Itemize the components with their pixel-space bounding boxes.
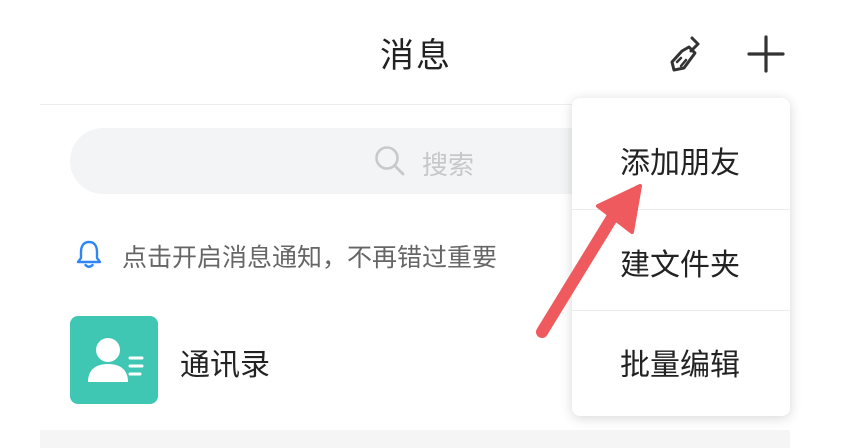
menu-item-new-folder[interactable]: 建文件夹 — [572, 210, 790, 314]
search-placeholder: 搜索 — [422, 151, 475, 181]
search-input[interactable] — [70, 128, 630, 194]
header: 消息 — [0, 0, 850, 105]
list-divider — [40, 430, 790, 448]
bell-icon — [76, 240, 102, 268]
contact-person-icon — [88, 338, 144, 382]
notification-banner-text[interactable]: 点击开启消息通知，不再错过重要 — [122, 238, 577, 274]
broom-icon[interactable] — [664, 32, 708, 76]
menu-item-add-friend[interactable]: 添加朋友 — [572, 108, 790, 212]
menu-caret — [752, 86, 776, 98]
popup-menu: 添加朋友 建文件夹 批量编辑 — [572, 98, 790, 416]
contact-card-icon[interactable] — [70, 316, 158, 404]
contacts-label[interactable]: 通讯录 — [180, 340, 270, 384]
page-title: 消息 — [380, 36, 452, 76]
plus-icon[interactable] — [744, 32, 788, 76]
menu-item-batch-edit[interactable]: 批量编辑 — [572, 310, 790, 414]
search-icon — [375, 146, 405, 176]
